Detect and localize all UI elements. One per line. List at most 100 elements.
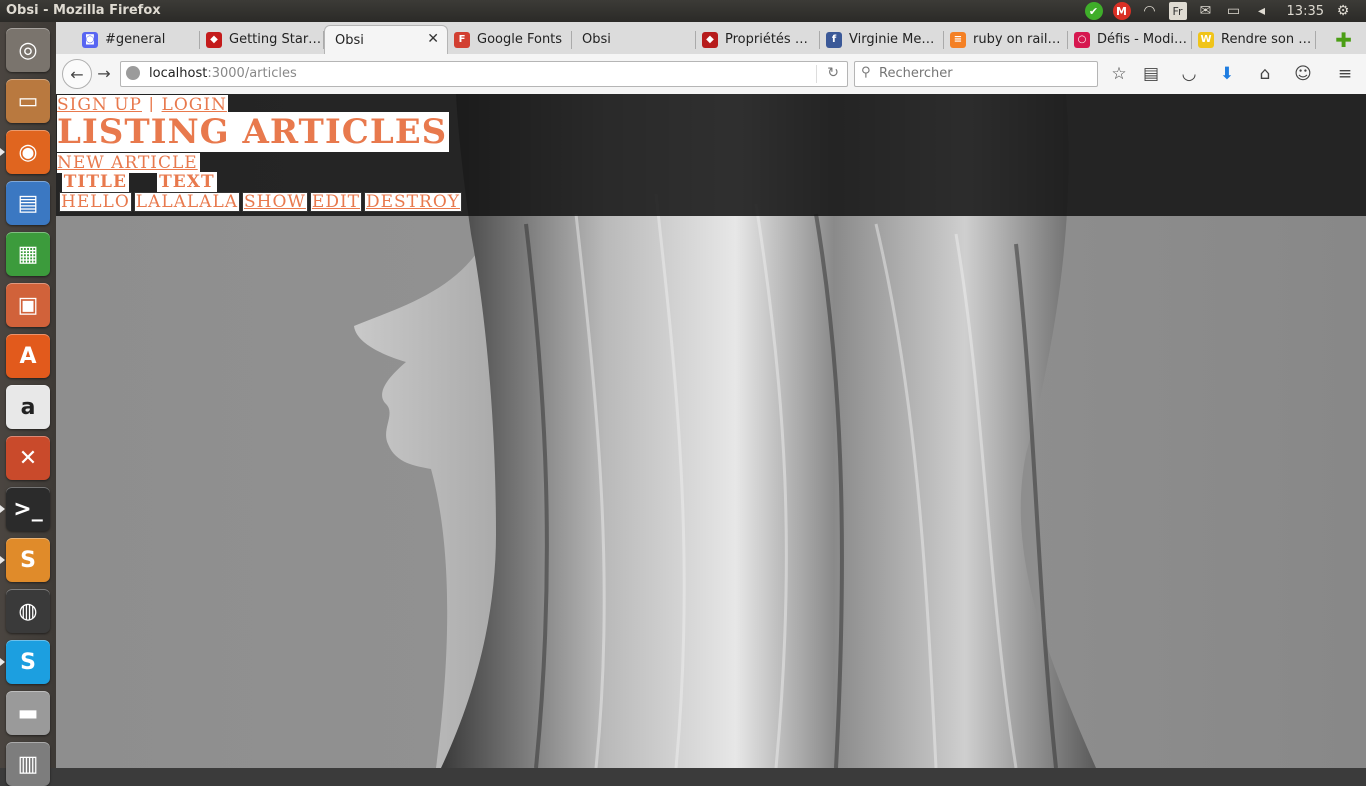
- running-indicator: [0, 658, 5, 666]
- bookmark-star-icon[interactable]: ☆: [1108, 63, 1130, 85]
- tab-label: #general: [105, 32, 166, 47]
- reading-list-icon[interactable]: ▤: [1140, 63, 1162, 85]
- forward-arrow-icon[interactable]: →: [94, 63, 114, 83]
- tab-favicon-icon: ◆: [702, 31, 718, 48]
- system-top-panel: Obsi - Mozilla Firefox ✔ M ◠ Fr ✉ ▭ ◂ 13…: [0, 0, 1366, 22]
- writer-icon[interactable]: ▤: [6, 181, 50, 225]
- tab-5[interactable]: ◆ Propriétés …: [696, 25, 820, 54]
- scanner-icon[interactable]: ▬: [6, 691, 50, 735]
- trash-glyph: ▥: [17, 751, 39, 777]
- software-center-icon[interactable]: A: [6, 334, 50, 378]
- tab-2[interactable]: Obsi ✕: [324, 25, 448, 54]
- tab-favicon-icon: ◆: [206, 31, 222, 48]
- trash-icon[interactable]: ▥: [6, 742, 50, 786]
- tab-label: Rendre son …: [1221, 32, 1312, 47]
- table-header-row: Title Text: [59, 172, 462, 192]
- scanner-glyph: ▬: [17, 700, 39, 726]
- tab-8[interactable]: ○ Défis - Modi…: [1068, 25, 1192, 54]
- home-icon[interactable]: ⌂: [1254, 63, 1276, 85]
- tab-9[interactable]: W Rendre son …: [1192, 25, 1316, 54]
- impress-icon[interactable]: ▣: [6, 283, 50, 327]
- terminal-glyph: >_: [13, 496, 43, 522]
- pocket-icon[interactable]: ◡: [1178, 63, 1200, 85]
- sublime-text-icon[interactable]: S: [6, 538, 50, 582]
- tab-label: ruby on rail…: [973, 32, 1061, 47]
- files-icon[interactable]: ▭: [6, 79, 50, 123]
- show-link[interactable]: Show: [244, 192, 306, 212]
- mail-icon[interactable]: ✉: [1197, 2, 1215, 20]
- edit-link[interactable]: Edit: [312, 192, 360, 212]
- site-identity-globe-icon[interactable]: [126, 66, 140, 80]
- software-center-glyph: A: [19, 343, 37, 369]
- running-indicator: [0, 556, 5, 564]
- hello-chat-icon[interactable]: ☺: [1292, 63, 1314, 85]
- column-header-title: Title: [59, 172, 132, 192]
- back-arrow-icon[interactable]: ←: [62, 59, 92, 89]
- system-tray: ✔ M ◠ Fr ✉ ▭ ◂ 13:35 ⚙: [1084, 2, 1352, 20]
- tab-1[interactable]: ◆ Getting Star…: [200, 25, 324, 54]
- table-row: hello lalalala Show Edit Destroy: [59, 192, 462, 212]
- battery-icon[interactable]: ▭: [1225, 2, 1243, 20]
- tab-favicon-icon: W: [1198, 31, 1214, 48]
- disk-icon[interactable]: ◍: [6, 589, 50, 633]
- amazon-glyph: a: [20, 394, 36, 420]
- system-settings-glyph: ✕: [18, 445, 38, 471]
- tab-label: Getting Star…: [229, 32, 322, 47]
- column-header-text: Text: [134, 172, 240, 192]
- tab-3[interactable]: F Google Fonts: [448, 25, 572, 54]
- tab-7[interactable]: ≡ ruby on rail…: [944, 25, 1068, 54]
- tab-4[interactable]: Obsi: [572, 25, 696, 54]
- cell-edit: Edit: [309, 192, 362, 212]
- destroy-link[interactable]: Destroy: [366, 192, 460, 212]
- skype-glyph: S: [20, 649, 36, 675]
- url-path: :3000/articles: [207, 66, 297, 81]
- articles-table: Title Text hello lalalala Show Edit Dest…: [57, 172, 464, 212]
- cell-destroy: Destroy: [364, 192, 462, 212]
- browser-tab-bar: ◙ #general ◆ Getting Star… Obsi ✕ F Google Font…: [56, 22, 1366, 55]
- volume-icon[interactable]: ◂: [1253, 2, 1271, 20]
- tab-favicon-icon: f: [826, 31, 842, 48]
- tab-0[interactable]: ◙ #general: [76, 25, 200, 54]
- menu-hamburger-icon[interactable]: ≡: [1334, 63, 1356, 85]
- terminal-icon[interactable]: >_: [6, 487, 50, 531]
- new-article-link[interactable]: New article: [57, 153, 200, 173]
- url-divider: [816, 65, 817, 83]
- window-title: Obsi - Mozilla Firefox: [6, 3, 161, 18]
- search-magnifier-icon: ⚲: [861, 65, 871, 80]
- system-settings-icon[interactable]: ✕: [6, 436, 50, 480]
- running-indicator: [0, 505, 5, 513]
- clock[interactable]: 13:35: [1287, 4, 1324, 19]
- tab-label: Propriétés …: [725, 32, 808, 47]
- calc-glyph: ▦: [17, 241, 39, 267]
- new-tab-plus-icon[interactable]: ✚: [1335, 28, 1352, 52]
- tab-6[interactable]: f Virginie Me…: [820, 25, 944, 54]
- reload-icon[interactable]: ↻: [827, 65, 839, 81]
- amazon-icon[interactable]: a: [6, 385, 50, 429]
- search-input[interactable]: [877, 65, 1091, 82]
- disk-glyph: ◍: [18, 598, 38, 624]
- skype-icon[interactable]: S: [6, 640, 50, 684]
- firefox-icon[interactable]: ◉: [6, 130, 50, 174]
- tab-label: Virginie Me…: [849, 32, 935, 47]
- url-bar[interactable]: localhost:3000/articles ↻: [120, 61, 848, 87]
- url-text[interactable]: localhost:3000/articles: [149, 66, 297, 81]
- files-glyph: ▭: [17, 88, 39, 114]
- close-tab-icon[interactable]: ✕: [427, 31, 439, 47]
- tab-label: Défis - Modi…: [1097, 32, 1187, 47]
- tab-label: Obsi: [582, 32, 611, 47]
- sync-check-icon[interactable]: ✔: [1084, 2, 1103, 20]
- gmail-notifier-icon[interactable]: M: [1112, 2, 1131, 20]
- search-bar[interactable]: ⚲: [854, 61, 1098, 87]
- calc-icon[interactable]: ▦: [6, 232, 50, 276]
- column-header-actions: [242, 173, 462, 192]
- power-gear-icon[interactable]: ⚙: [1334, 2, 1352, 20]
- ubuntu-dash-icon[interactable]: ◎: [6, 28, 50, 72]
- downloads-arrow-icon[interactable]: ⬇: [1216, 63, 1238, 85]
- cell-show: Show: [242, 192, 308, 212]
- wifi-icon[interactable]: ◠: [1141, 2, 1159, 20]
- tab-favicon-icon: ◙: [82, 31, 98, 48]
- keyboard-layout-indicator[interactable]: Fr: [1168, 2, 1187, 20]
- url-host: localhost: [149, 66, 208, 81]
- ubuntu-dash-glyph: ◎: [18, 37, 38, 63]
- page-viewport: Sign up | Login Listing Articles New art…: [56, 94, 1366, 768]
